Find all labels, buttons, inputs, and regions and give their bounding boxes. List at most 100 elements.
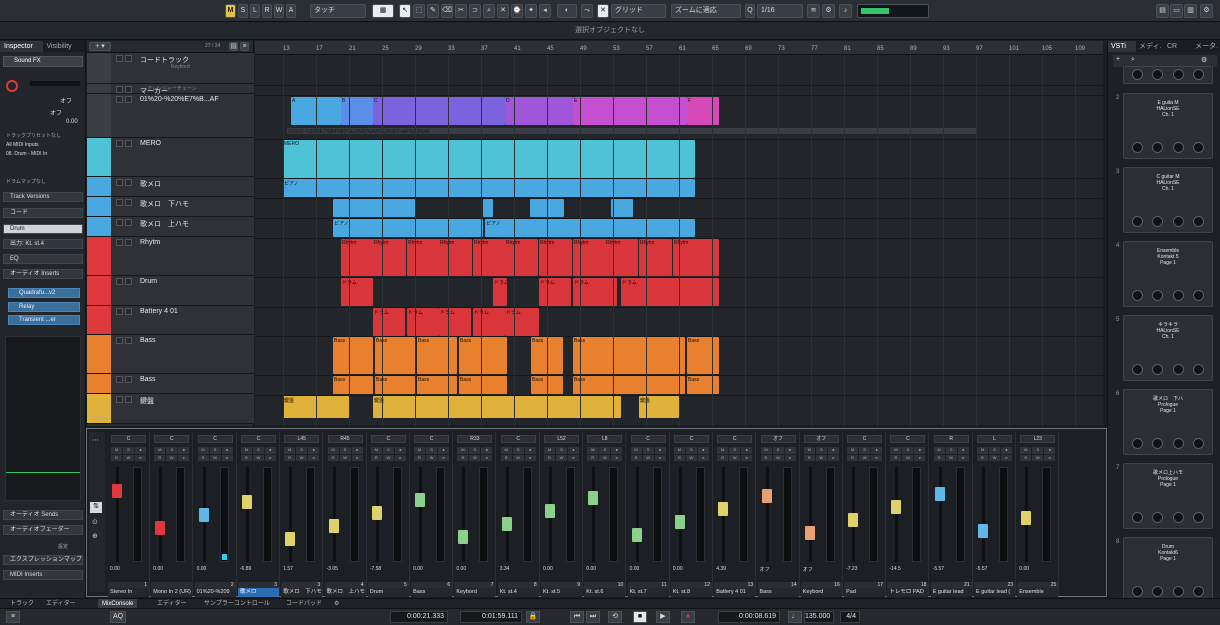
vsti-knob[interactable] xyxy=(1172,290,1184,301)
rhythm-event[interactable]: Rhytm xyxy=(373,239,406,276)
pan-control[interactable]: L45 xyxy=(284,435,320,443)
vsti-knob[interactable] xyxy=(1131,216,1143,227)
channel-button[interactable]: M xyxy=(457,447,469,454)
bass-event[interactable]: Bass xyxy=(687,337,719,374)
channel-button[interactable]: M xyxy=(673,447,685,454)
battery-event[interactable]: ドラム xyxy=(439,308,471,336)
vsti-knob[interactable] xyxy=(1152,512,1164,523)
channel-name[interactable]: Stereo In xyxy=(108,588,149,597)
channel-button[interactable]: e xyxy=(871,454,883,461)
mixer-sync-icon[interactable]: ⊙ xyxy=(92,518,98,526)
channel-name[interactable]: Kt. st.8 xyxy=(670,588,712,597)
channel-button[interactable]: ● xyxy=(178,447,190,454)
channel-button[interactable]: W xyxy=(945,454,957,461)
vsti-knob[interactable] xyxy=(1152,586,1164,597)
fader-cap[interactable] xyxy=(804,526,815,540)
channel-button[interactable]: S xyxy=(902,447,914,454)
pan-control[interactable]: C xyxy=(717,435,753,443)
vsti-knob[interactable] xyxy=(1152,142,1164,153)
channel-button[interactable]: W xyxy=(859,454,871,461)
fader-cap[interactable] xyxy=(761,489,772,503)
cycle-icon[interactable]: ⟲ xyxy=(608,611,622,623)
channel-button[interactable]: e xyxy=(438,454,450,461)
tempo-display[interactable]: 135.000 xyxy=(804,611,834,623)
channel-name[interactable]: Battery 4 01 xyxy=(714,588,756,597)
channel-button[interactable]: e xyxy=(178,454,190,461)
tab-control-room[interactable]: CR xyxy=(1164,41,1192,52)
fader-cap[interactable] xyxy=(674,515,685,529)
layout-left-icon[interactable]: ▤ xyxy=(1156,4,1169,18)
pan-control[interactable]: C xyxy=(154,435,190,443)
bass-event[interactable]: Bass xyxy=(375,337,415,374)
pan-control[interactable]: C xyxy=(370,435,406,443)
channel-button[interactable]: ● xyxy=(611,447,623,454)
pan-control[interactable]: R xyxy=(933,435,969,443)
mute-button[interactable] xyxy=(116,199,123,206)
tab-inspector[interactable]: Inspector xyxy=(0,41,43,52)
channel-button[interactable]: W xyxy=(685,454,697,461)
range-tool-icon[interactable]: ⬚ xyxy=(413,4,425,18)
channel-button[interactable]: W xyxy=(642,454,654,461)
channel-button[interactable]: M xyxy=(1020,447,1032,454)
channel-button[interactable]: ● xyxy=(481,447,493,454)
channel-button[interactable]: W xyxy=(382,454,394,461)
mute-button[interactable] xyxy=(116,308,123,315)
pan-control[interactable]: C xyxy=(630,435,666,443)
solo-button[interactable] xyxy=(125,337,132,344)
track-filter-icon[interactable]: ▤ xyxy=(229,42,238,51)
channel-button[interactable]: R xyxy=(544,454,555,461)
add-instrument-icon[interactable]: + xyxy=(1116,56,1120,63)
channel-button[interactable]: W xyxy=(469,454,481,461)
channel-button[interactable]: ● xyxy=(438,447,450,454)
mixer-link-icon[interactable]: ⇅ xyxy=(90,502,102,513)
channel-button[interactable]: S xyxy=(815,447,827,454)
automation-mode-select[interactable]: タッチ xyxy=(310,4,366,18)
fader-cap[interactable] xyxy=(1021,511,1032,525)
tab-vsti[interactable]: VSTi xyxy=(1108,41,1136,52)
mode-a-button[interactable]: A xyxy=(286,4,296,18)
rhythm-event[interactable]: Rhytm xyxy=(473,239,506,276)
mixer-menu-icon[interactable]: ⋯ xyxy=(92,436,99,444)
vsti-slot[interactable]: 歌メロ 下ハ Prologue Page 1 xyxy=(1123,389,1213,455)
pan-control[interactable]: C xyxy=(847,435,883,443)
channel-button[interactable]: R xyxy=(977,454,988,461)
autoscroll-button[interactable]: ▦ xyxy=(372,4,394,18)
channel-button[interactable]: e xyxy=(697,454,709,461)
battery-event[interactable]: ドラム xyxy=(373,308,405,336)
vsti-knob[interactable] xyxy=(1172,364,1184,375)
vsti-knob[interactable] xyxy=(1131,438,1143,449)
channel-button[interactable]: W xyxy=(252,454,264,461)
track-row[interactable]: 01%20-%20%E7%B...AF xyxy=(87,94,254,138)
channel-button[interactable]: M xyxy=(500,447,512,454)
channel-button[interactable]: ● xyxy=(1044,447,1056,454)
pan-control[interactable]: L52 xyxy=(544,435,579,443)
channel-name[interactable]: Ensemble xyxy=(1017,588,1059,597)
settings-label[interactable]: 設定 xyxy=(58,543,68,550)
channel-button[interactable]: e xyxy=(611,454,623,461)
solo-button[interactable] xyxy=(125,396,132,403)
channel-button[interactable]: M xyxy=(760,447,772,454)
track-row[interactable]: 歌メロ 下ハモ xyxy=(87,197,254,217)
channel-button[interactable]: M xyxy=(890,447,902,454)
quantize-settings-icon[interactable]: ⚙ xyxy=(822,4,835,18)
midi-output-select[interactable]: 08. Drum - MIDI In xyxy=(6,151,84,157)
channel-button[interactable]: S xyxy=(642,447,654,454)
channel-button[interactable]: R xyxy=(370,454,382,461)
channel-button[interactable]: W xyxy=(989,454,1000,461)
mode-w-button[interactable]: W xyxy=(274,4,284,18)
drum-event[interactable]: ドラム xyxy=(493,278,507,306)
rhythm-event[interactable]: Rhytm xyxy=(407,239,440,276)
inspector-track-name[interactable]: Sound FX xyxy=(3,56,83,67)
vsti-slot[interactable]: C guitar M HALionSE Ch. 1 xyxy=(1123,167,1213,233)
mode-m-button[interactable]: M xyxy=(225,4,236,18)
section-output[interactable]: 出力: Kt. st.4 xyxy=(3,239,83,249)
timeline-ruler[interactable]: 13 17 21 25 29 33 37 41 45 49 53 57 61 65 69 73 77 81 85 89… xyxy=(255,41,1103,55)
harmony-low-event[interactable] xyxy=(483,199,493,217)
vsti-knob[interactable] xyxy=(1193,290,1205,301)
vsti-knob[interactable] xyxy=(1172,142,1184,153)
channel-button[interactable]: ● xyxy=(394,447,406,454)
fader-cap[interactable] xyxy=(631,528,642,542)
channel-name[interactable]: E guitar lead ( xyxy=(974,588,1015,597)
channel-button[interactable]: R xyxy=(933,454,945,461)
battery-event[interactable]: ドラム xyxy=(505,308,539,336)
